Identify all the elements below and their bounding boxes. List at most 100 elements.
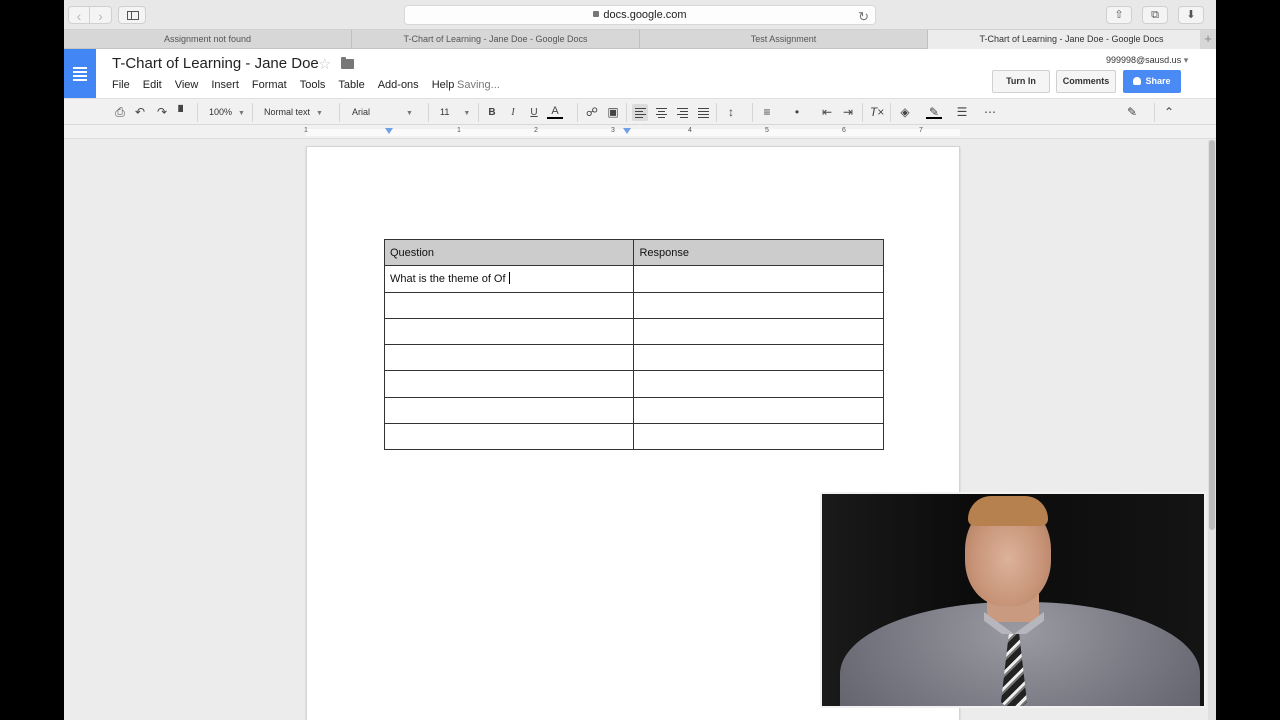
share-button[interactable]: Share bbox=[1123, 70, 1181, 93]
table-cell[interactable] bbox=[383, 370, 635, 398]
zoom-select[interactable]: 100% ▼ bbox=[209, 104, 245, 121]
style-select[interactable]: Normal text ▼ bbox=[264, 104, 323, 121]
table-cell[interactable] bbox=[383, 344, 635, 372]
comment-icon[interactable]: ▣ bbox=[605, 104, 621, 121]
collapse-toolbar-icon[interactable]: ⌃ bbox=[1161, 104, 1177, 121]
sidebar-toggle-button[interactable] bbox=[118, 6, 146, 24]
right-indent-marker[interactable] bbox=[623, 128, 631, 134]
comments-button[interactable]: Comments bbox=[1056, 70, 1116, 93]
underline-button[interactable]: U bbox=[526, 104, 542, 121]
table-row bbox=[383, 370, 884, 398]
clear-formatting-icon[interactable]: T× bbox=[869, 104, 885, 121]
font-size-select[interactable]: 11 ▼ bbox=[440, 104, 470, 121]
undo-icon[interactable]: ↶ bbox=[132, 104, 148, 121]
line-spacing-icon[interactable]: ↕ bbox=[723, 104, 739, 121]
table-cell[interactable]: What is the theme of Of bbox=[383, 265, 635, 293]
new-tab-button[interactable]: + bbox=[1200, 30, 1216, 49]
style-value: Normal text bbox=[264, 107, 311, 117]
browser-tab[interactable]: Test Assignment bbox=[640, 30, 928, 49]
browser-tab-active[interactable]: T-Chart of Learning - Jane Doe - Google … bbox=[928, 30, 1216, 49]
ruler-number: 6 bbox=[842, 127, 846, 134]
table-row bbox=[383, 317, 884, 346]
table-cell[interactable] bbox=[383, 423, 635, 451]
docs-header: T-Chart of Learning - Jane Doe ☆ File Ed… bbox=[64, 49, 1216, 98]
turn-in-button[interactable]: Turn In bbox=[992, 70, 1050, 93]
address-bar[interactable]: docs.google.com ↻ bbox=[404, 5, 876, 25]
menu-insert[interactable]: Insert bbox=[211, 79, 239, 91]
border-color-icon[interactable]: ✎ bbox=[926, 104, 942, 119]
table-cell[interactable] bbox=[633, 370, 884, 398]
table-cell[interactable] bbox=[633, 396, 884, 425]
forward-button[interactable]: › bbox=[90, 6, 112, 24]
menu-tools[interactable]: Tools bbox=[300, 79, 326, 91]
menu-view[interactable]: View bbox=[175, 79, 199, 91]
cell-text: What is the theme of Of bbox=[390, 273, 506, 286]
text-color-button[interactable]: A bbox=[547, 104, 563, 119]
editing-mode-icon[interactable]: ✎ bbox=[1124, 104, 1140, 121]
print-icon[interactable]: ⎙ bbox=[112, 104, 128, 121]
table-cell[interactable] bbox=[383, 317, 635, 346]
document-title[interactable]: T-Chart of Learning - Jane Doe bbox=[112, 55, 319, 72]
align-justify-icon[interactable] bbox=[695, 104, 711, 121]
reload-icon[interactable]: ↻ bbox=[858, 7, 869, 26]
menu-edit[interactable]: Edit bbox=[143, 79, 162, 91]
back-button[interactable]: ‹ bbox=[68, 6, 90, 24]
redo-icon[interactable]: ↷ bbox=[154, 104, 170, 121]
border-width-icon[interactable]: ☰ bbox=[954, 104, 970, 121]
left-indent-marker[interactable] bbox=[385, 128, 393, 134]
font-select[interactable]: Arial ▼ bbox=[352, 104, 418, 121]
folder-icon[interactable] bbox=[341, 57, 354, 69]
menu-add-ons[interactable]: Add-ons bbox=[378, 79, 419, 91]
ruler-number: 2 bbox=[534, 127, 538, 134]
menu-help[interactable]: Help bbox=[432, 79, 455, 91]
ruler-number: 4 bbox=[688, 127, 692, 134]
browser-tab[interactable]: Assignment not found bbox=[64, 30, 352, 49]
table-cell[interactable] bbox=[633, 317, 884, 346]
tabs-overview-button[interactable]: ⧉ bbox=[1142, 6, 1168, 24]
table-cell[interactable] bbox=[633, 344, 884, 372]
browser-tab-bar: Assignment not found T-Chart of Learning… bbox=[64, 30, 1216, 49]
format-toolbar: ⎙ ↶ ↷ ▘ 100% ▼ Normal text ▼ Arial ▼ 11 ▼ B … bbox=[64, 98, 1216, 125]
align-left-icon[interactable] bbox=[632, 104, 648, 121]
table-cell[interactable] bbox=[633, 291, 884, 319]
ruler-number: 1 bbox=[457, 127, 461, 134]
browser-tab[interactable]: T-Chart of Learning - Jane Doe - Google … bbox=[352, 30, 640, 49]
table-cell[interactable] bbox=[633, 265, 884, 293]
table-header-cell[interactable]: Question bbox=[383, 238, 635, 267]
menu-bar: File Edit View Insert Format Tools Table… bbox=[112, 79, 467, 91]
url-text: docs.google.com bbox=[603, 9, 687, 21]
person-icon bbox=[1133, 77, 1142, 85]
bold-button[interactable]: B bbox=[484, 104, 500, 121]
scrollbar-thumb[interactable] bbox=[1209, 140, 1215, 530]
menu-format[interactable]: Format bbox=[252, 79, 287, 91]
downloads-button[interactable]: ⬇ bbox=[1178, 6, 1204, 24]
bulleted-list-icon[interactable]: • bbox=[789, 104, 805, 121]
font-size-value: 11 bbox=[440, 107, 450, 117]
table-header-cell[interactable]: Response bbox=[633, 238, 884, 267]
share-page-button[interactable]: ⇧ bbox=[1106, 6, 1132, 24]
table-cell[interactable] bbox=[383, 291, 635, 319]
docs-logo-icon[interactable] bbox=[64, 49, 96, 98]
ruler-number: 5 bbox=[765, 127, 769, 134]
table-row bbox=[383, 423, 884, 451]
browser-window: ‹ › docs.google.com ↻ ⇧ ⧉ ⬇ Assignment n… bbox=[64, 0, 1216, 720]
menu-file[interactable]: File bbox=[112, 79, 130, 91]
scrollbar[interactable] bbox=[1208, 140, 1216, 720]
link-icon[interactable]: ☍ bbox=[584, 104, 600, 121]
numbered-list-icon[interactable]: ≡ bbox=[759, 104, 775, 121]
paint-format-icon[interactable]: ▘ bbox=[175, 104, 191, 121]
fill-color-icon[interactable]: ◈ bbox=[897, 104, 913, 121]
table-row bbox=[383, 396, 884, 425]
account-switcher[interactable]: 999998@sausd.us bbox=[1106, 55, 1188, 66]
increase-indent-icon[interactable]: ⇥ bbox=[840, 104, 856, 121]
table-cell[interactable] bbox=[633, 423, 884, 451]
align-center-icon[interactable] bbox=[653, 104, 669, 121]
border-dash-icon[interactable]: ⋯ bbox=[982, 104, 998, 121]
zoom-value: 100% bbox=[209, 107, 233, 117]
decrease-indent-icon[interactable]: ⇤ bbox=[819, 104, 835, 121]
align-right-icon[interactable] bbox=[674, 104, 690, 121]
italic-button[interactable]: I bbox=[505, 104, 521, 121]
menu-table[interactable]: Table bbox=[338, 79, 364, 91]
table-cell[interactable] bbox=[383, 396, 635, 425]
star-icon[interactable]: ☆ bbox=[318, 55, 331, 73]
